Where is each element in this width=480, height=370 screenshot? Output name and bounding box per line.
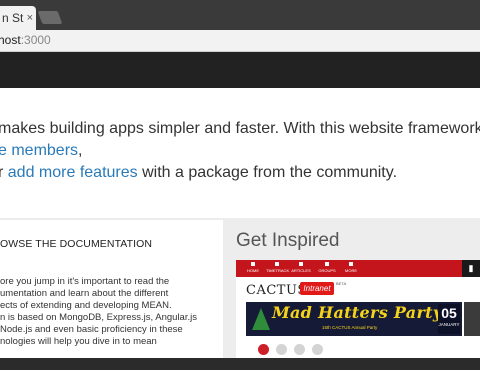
intro-line-1: makes building apps simpler and faster. … — [0, 120, 480, 137]
tab-close-icon[interactable]: × — [27, 6, 33, 30]
browser-tabstrip: n St × — [0, 0, 480, 30]
showcase-nav-label: ARTICLES — [291, 268, 311, 273]
documentation-line: ore you jump in it's important to read t… — [0, 276, 170, 287]
intro-line-2-suffix: , — [78, 142, 83, 159]
showcase-banner-subtitle: 15th CACTUS Annual Party — [322, 325, 378, 330]
documentation-line: Node.js and even basic proficiency in th… — [0, 324, 183, 335]
new-tab-button[interactable] — [37, 11, 63, 24]
showcase-banner: Mad Hatters Party 15th CACTUS Annual Par… — [246, 302, 462, 336]
documentation-text: ore you jump in it's important to read t… — [0, 276, 226, 348]
showcase-nav-label: MORE — [345, 268, 357, 273]
documentation-line: umentation and learn about the different — [0, 288, 169, 299]
showcase-nav-more: MORE — [340, 262, 362, 273]
browser-toolbar: host:3000 — [0, 30, 480, 52]
showcase-logo-tag: Intranet — [300, 282, 334, 295]
showcase-date-month: JANUARY — [438, 322, 460, 327]
showcase-nav-home: HOME — [242, 262, 264, 273]
intro-line-3: r add more features with a package from … — [0, 162, 478, 184]
showcase-screenshot[interactable]: HOME TIMETRACK ARTICLES GROUPS MORE ▮ CA… — [236, 260, 480, 358]
showcase-nav-label: GROUPS — [318, 268, 336, 273]
showcase-nav-label: HOME — [247, 268, 259, 273]
showcase-nav-articles: ARTICLES — [290, 262, 312, 273]
documentation-card: OWSE THE DOCUMENTATION ore you jump in i… — [0, 220, 223, 358]
address-bar[interactable]: host:3000 — [0, 33, 51, 47]
showcase-date-day: 05 — [441, 305, 457, 321]
intro-line-3-prefix: r — [0, 164, 4, 181]
clock-icon — [275, 262, 279, 266]
avatar — [294, 344, 305, 355]
showcase-logo-text: CACTUS — [246, 283, 307, 298]
documentation-line: ects of extending and developing MEAN. — [0, 300, 172, 311]
avatar — [258, 344, 269, 355]
address-host: host — [0, 33, 21, 47]
showcase-banner-title: Mad Hatters Party — [272, 303, 443, 322]
article-icon — [299, 262, 303, 266]
intro-text: makes building apps simpler and faster. … — [0, 118, 480, 184]
showcase-user-icon: ▮ — [462, 260, 480, 277]
avatar — [276, 344, 287, 355]
showcase-beta-label: BETA — [336, 281, 347, 286]
showcase-date-badge: 05 JANUARY — [438, 304, 460, 334]
address-port: :3000 — [20, 33, 51, 47]
intro-line-3-suffix: with a package from the community. — [137, 164, 398, 181]
tab-title: n St — [2, 11, 24, 25]
showcase-nav-groups: GROUPS — [316, 262, 338, 273]
grid-icon — [349, 262, 353, 266]
avatar — [312, 344, 323, 355]
intro-line-2: e members, — [0, 140, 478, 162]
documentation-title: OWSE THE DOCUMENTATION — [0, 238, 153, 250]
get-inspired-title: Get Inspired — [236, 230, 340, 251]
browser-tab[interactable]: n St × — [0, 6, 36, 30]
groups-icon — [325, 262, 329, 266]
showcase-profile-photo — [464, 302, 480, 336]
showcase-nav-timetrack: TIMETRACK — [266, 262, 290, 273]
showcase-navbar: HOME TIMETRACK ARTICLES GROUPS MORE ▮ — [236, 260, 480, 277]
add-features-link[interactable]: add more features — [8, 164, 138, 181]
showcase-nav-label: TIMETRACK — [266, 268, 290, 273]
bottom-edge — [0, 358, 480, 370]
documentation-line: n is based on MongoDB, Express.js, Angul… — [0, 312, 197, 323]
top-hat-icon — [252, 308, 270, 330]
documentation-line: nologies will help you dive in to mean — [0, 336, 157, 347]
home-icon — [251, 262, 255, 266]
members-link[interactable]: e members — [0, 142, 78, 159]
site-navbar — [0, 52, 480, 88]
page-content: makes building apps simpler and faster. … — [0, 88, 480, 358]
